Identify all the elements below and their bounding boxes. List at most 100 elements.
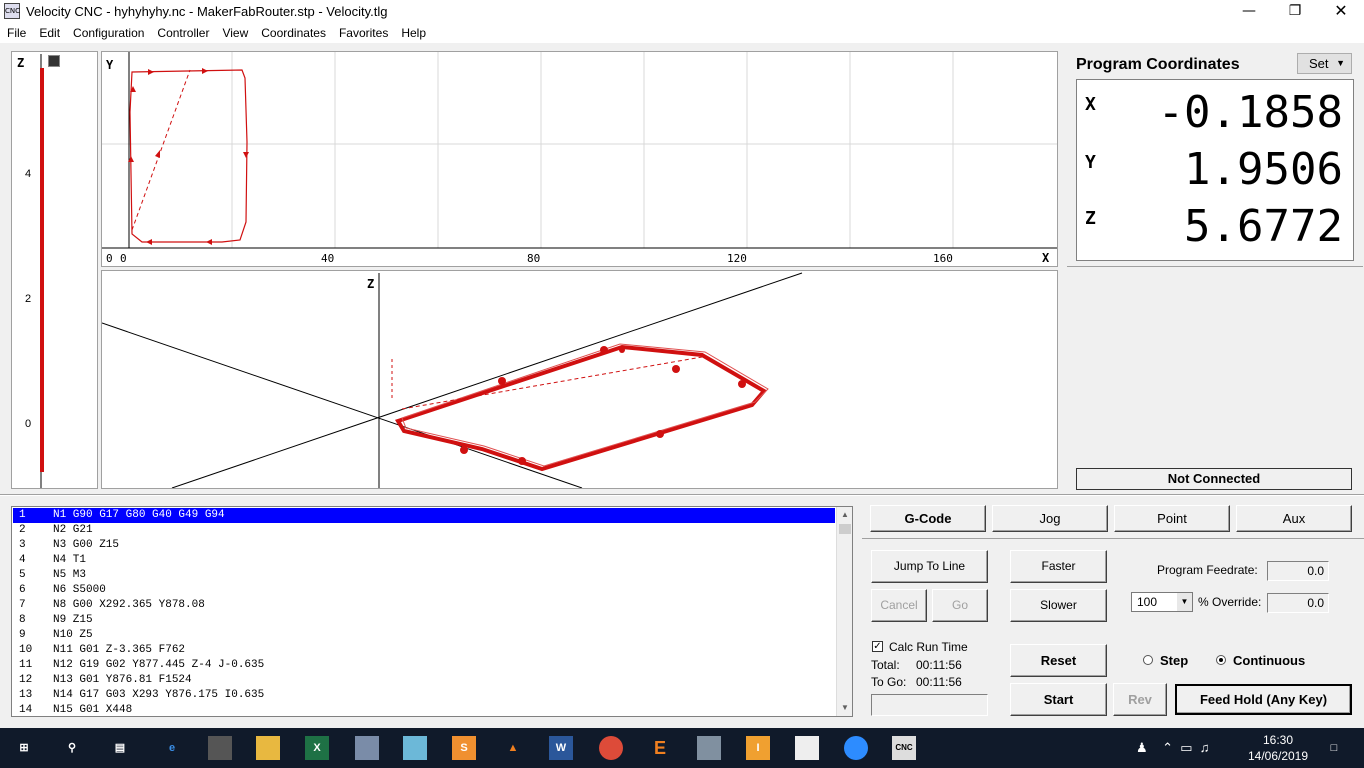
i-app-icon[interactable]: I bbox=[746, 736, 770, 760]
reset-button[interactable]: Reset bbox=[1010, 644, 1107, 677]
minimize-icon[interactable]: — bbox=[1226, 0, 1272, 24]
paint-icon[interactable] bbox=[355, 736, 379, 760]
chrome-icon[interactable] bbox=[599, 736, 623, 760]
x-tick-label: 0 bbox=[120, 252, 127, 265]
x-coord-value: -0.1858 bbox=[1157, 87, 1343, 138]
menu-coordinates[interactable]: Coordinates bbox=[254, 24, 332, 42]
x-tick-label: 160 bbox=[933, 252, 953, 265]
search-icon[interactable]: ⚲ bbox=[60, 736, 84, 760]
gcode-line[interactable]: 1 N1 G90 G17 G80 G40 G49 G94 bbox=[13, 508, 835, 523]
chevron-down-icon: ▼ bbox=[1336, 58, 1345, 68]
continuous-radio[interactable] bbox=[1216, 655, 1226, 665]
menu-edit[interactable]: Edit bbox=[32, 24, 66, 42]
cancel-button[interactable]: Cancel bbox=[871, 589, 927, 622]
sublime-icon[interactable]: S bbox=[452, 736, 476, 760]
windows-start-icon[interactable]: ⊞ bbox=[12, 736, 36, 760]
gcode-line[interactable]: 2 N2 G21 bbox=[13, 523, 835, 538]
step-label: Step bbox=[1160, 653, 1189, 668]
system-tray[interactable]: ♟ ⌃ ▭ ♫ bbox=[1136, 738, 1236, 758]
edge-icon[interactable]: e bbox=[160, 736, 184, 760]
battery-icon[interactable]: ▭ bbox=[1180, 740, 1192, 755]
store-icon[interactable] bbox=[208, 736, 232, 760]
menu-help[interactable]: Help bbox=[394, 24, 432, 42]
word-icon[interactable]: W bbox=[549, 736, 573, 760]
menu-configuration[interactable]: Configuration bbox=[66, 24, 150, 42]
e-app-icon[interactable]: E bbox=[648, 736, 672, 760]
excel-icon[interactable]: X bbox=[305, 736, 329, 760]
gcode-line-number: 1 bbox=[19, 509, 26, 521]
jump-to-line-button[interactable]: Jump To Line bbox=[871, 550, 988, 583]
override-select[interactable]: 100 ▼ bbox=[1131, 592, 1193, 612]
gcode-line[interactable]: 14 N15 G01 X448 bbox=[13, 703, 835, 716]
gcode-line-number: 14 bbox=[19, 704, 33, 716]
notifications-icon[interactable]: □ bbox=[1322, 736, 1346, 760]
gcode-scrollbar[interactable]: ▲ ▼ bbox=[836, 507, 852, 716]
gcode-line[interactable]: 7 N8 G00 X292.365 Y878.08 bbox=[13, 598, 835, 613]
top-view-plot[interactable]: Y X 0 0 40 80 120 160 bbox=[101, 51, 1058, 267]
z-bar-fill bbox=[40, 68, 44, 472]
zoom-icon[interactable] bbox=[844, 736, 868, 760]
iso-view-plot[interactable]: Z bbox=[101, 270, 1058, 489]
menu-bar: File Edit Configuration Controller View Coord… bbox=[0, 24, 1364, 43]
path-arrows bbox=[128, 68, 249, 245]
gcode-line[interactable]: 13 N14 G17 G03 X293 Y876.175 I0.635 bbox=[13, 688, 835, 703]
pane-divider[interactable] bbox=[0, 494, 1364, 496]
tab-gcode[interactable]: G-Code bbox=[870, 505, 986, 532]
gcode-line[interactable]: 4 N4 T1 bbox=[13, 553, 835, 568]
gcode-line-number: 7 bbox=[19, 599, 26, 611]
gcode-line[interactable]: 8 N9 Z15 bbox=[13, 613, 835, 628]
faster-button[interactable]: Faster bbox=[1010, 550, 1107, 583]
menu-view[interactable]: View bbox=[215, 24, 254, 42]
total-value: 00:11:56 bbox=[916, 658, 962, 672]
calc-run-time-checkbox[interactable]: ✓ bbox=[872, 641, 883, 652]
gcode-line[interactable]: 12 N13 G01 Y876.81 F1524 bbox=[13, 673, 835, 688]
rev-button[interactable]: Rev bbox=[1113, 683, 1167, 716]
set-dropdown-button[interactable]: Set ▼ bbox=[1297, 53, 1352, 74]
restore-icon[interactable]: ❐ bbox=[1272, 0, 1318, 24]
set-label: Set bbox=[1309, 56, 1329, 71]
z-tick-label: 0 bbox=[25, 418, 32, 430]
volume-icon[interactable]: ♫ bbox=[1200, 740, 1210, 755]
tool-app-icon[interactable] bbox=[697, 736, 721, 760]
feed-hold-button[interactable]: Feed Hold (Any Key) bbox=[1175, 684, 1352, 715]
scroll-down-icon[interactable]: ▼ bbox=[837, 700, 853, 716]
gcode-line[interactable]: 9 N10 Z5 bbox=[13, 628, 835, 643]
close-icon[interactable]: ✕ bbox=[1318, 0, 1364, 24]
slower-button[interactable]: Slower bbox=[1010, 589, 1107, 622]
tab-jog[interactable]: Jog bbox=[992, 505, 1108, 532]
step-radio[interactable] bbox=[1143, 655, 1153, 665]
vlc-icon[interactable]: ▲ bbox=[501, 736, 525, 760]
chevron-down-icon[interactable]: ▼ bbox=[1177, 593, 1192, 611]
gcode-line[interactable]: 11 N12 G19 G02 Y877.445 Z-4 J-0.635 bbox=[13, 658, 835, 673]
gcode-line-number: 12 bbox=[19, 674, 33, 686]
system-clock[interactable]: 16:30 14/06/2019 bbox=[1246, 732, 1310, 764]
tab-aux[interactable]: Aux bbox=[1236, 505, 1352, 532]
gcode-line-text: N6 S5000 bbox=[53, 584, 106, 596]
velocity-cnc-icon[interactable]: CNC bbox=[892, 736, 916, 760]
start-button[interactable]: Start bbox=[1010, 683, 1107, 716]
x-tick-label: 120 bbox=[727, 252, 747, 265]
file-explorer-icon[interactable] bbox=[256, 736, 280, 760]
gcode-line[interactable]: 5 N5 M3 bbox=[13, 568, 835, 583]
taskbar: ⊞ ⚲ ▤ e X S ▲ W E I CNC ♟ ⌃ ▭ ♫ 16:30 14… bbox=[0, 728, 1364, 768]
gcode-line-text: N11 G01 Z-3.365 F762 bbox=[53, 644, 186, 656]
photos-icon[interactable] bbox=[403, 736, 427, 760]
gcode-line-text: N14 G17 G03 X293 Y876.175 I0.635 bbox=[53, 689, 265, 701]
scroll-up-icon[interactable]: ▲ bbox=[837, 507, 853, 523]
menu-controller[interactable]: Controller bbox=[150, 24, 215, 42]
task-view-icon[interactable]: ▤ bbox=[108, 736, 132, 760]
title-bar: CNC Velocity CNC - hyhyhyhy.nc - MakerFa… bbox=[0, 0, 1364, 24]
image-app-icon[interactable] bbox=[795, 736, 819, 760]
gcode-line[interactable]: 3 N3 G00 Z15 bbox=[13, 538, 835, 553]
people-icon[interactable]: ♟ bbox=[1136, 740, 1148, 755]
menu-favorites[interactable]: Favorites bbox=[332, 24, 394, 42]
go-button[interactable]: Go bbox=[932, 589, 988, 622]
scroll-thumb[interactable] bbox=[839, 524, 851, 534]
chevron-up-icon[interactable]: ⌃ bbox=[1162, 740, 1173, 755]
z-bar-label: Z bbox=[17, 56, 25, 70]
tab-point[interactable]: Point bbox=[1114, 505, 1230, 532]
gcode-listing[interactable]: 1 N1 G90 G17 G80 G40 G49 G94 2 N2 G21 3 N3 G0… bbox=[11, 506, 853, 717]
gcode-line[interactable]: 10 N11 G01 Z-3.365 F762 bbox=[13, 643, 835, 658]
gcode-line[interactable]: 6 N6 S5000 bbox=[13, 583, 835, 598]
menu-file[interactable]: File bbox=[0, 24, 32, 42]
